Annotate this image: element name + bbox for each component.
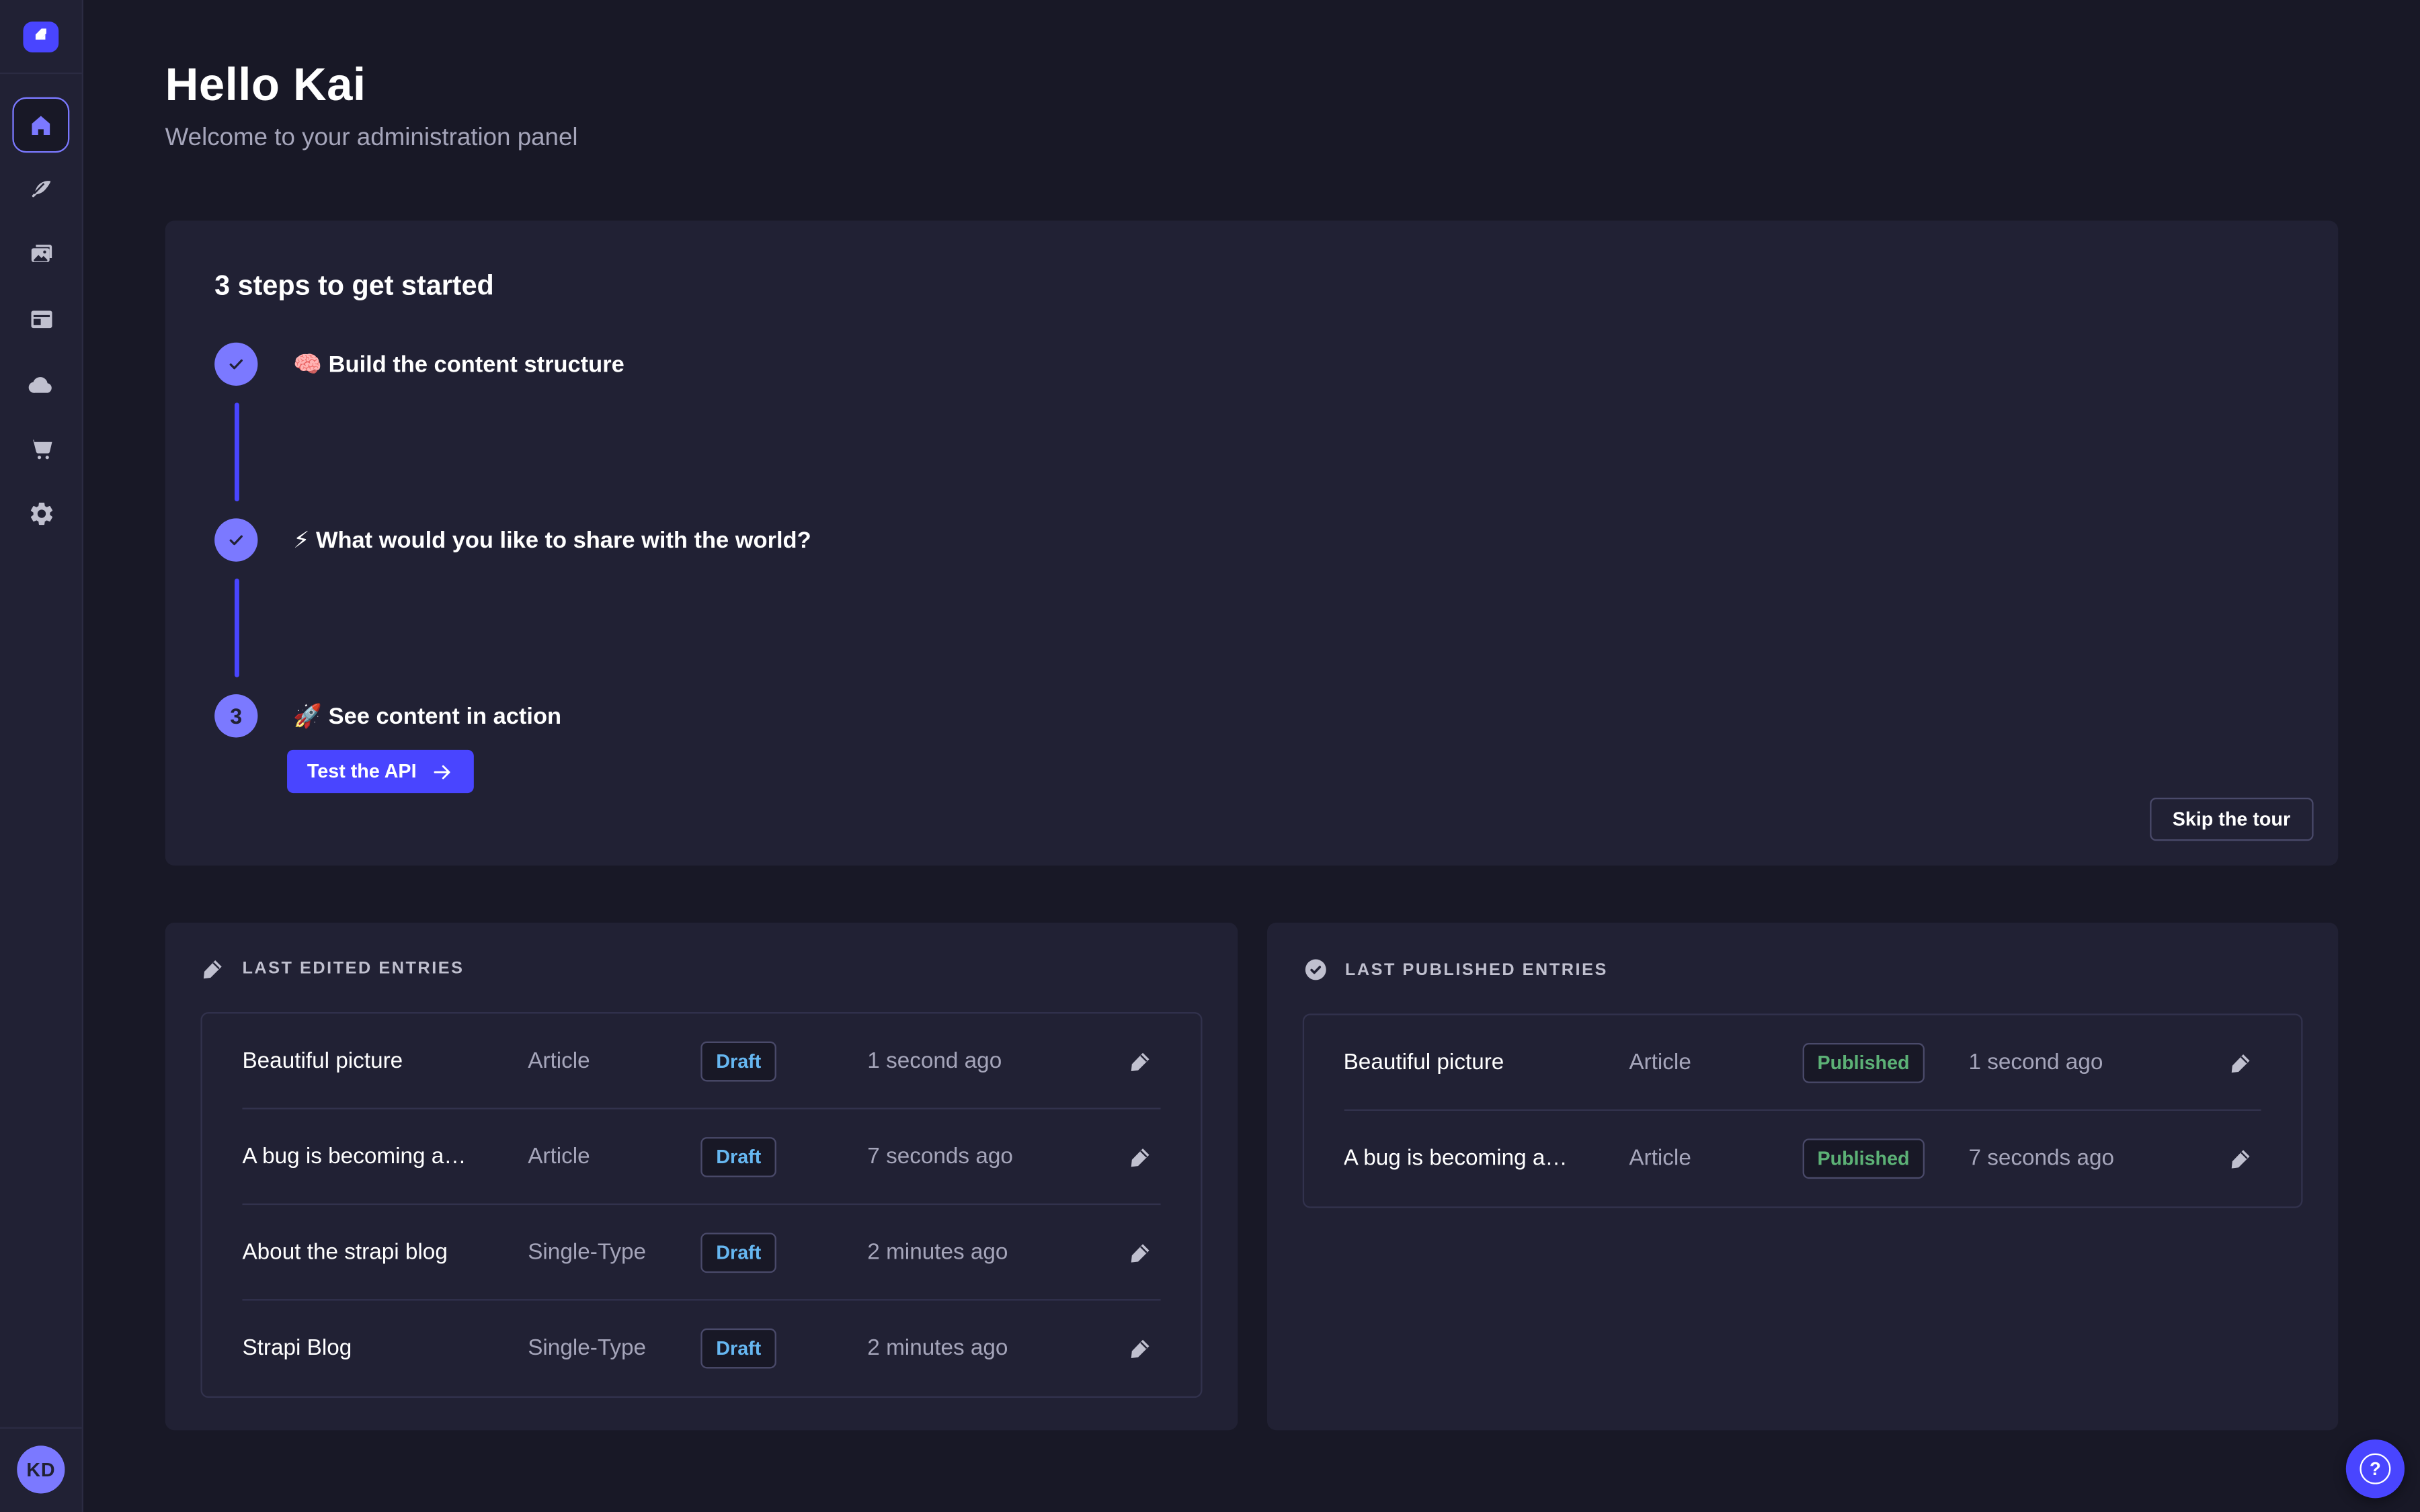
page-subtitle: Welcome to your administration panel [165,125,2339,153]
sidebar-item-settings[interactable] [22,495,59,532]
sidebar-item-cloud[interactable] [22,366,59,403]
table-row[interactable]: Beautiful picture Article Draft 1 second… [242,1013,1160,1109]
sidebar-footer: KD [0,1427,82,1512]
pencil-icon [1127,1144,1152,1169]
entry-panels: LAST EDITED ENTRIES Beautiful picture Ar… [165,923,2339,1430]
page-title: Hello Kai [165,62,2339,111]
check-circle-icon [1302,956,1328,982]
edit-entry-button[interactable] [2221,1042,2261,1083]
entry-timestamp: 7 seconds ago [1962,1146,2221,1171]
sidebar-item-content-type-builder[interactable] [22,301,59,338]
panel-title: LAST PUBLISHED ENTRIES [1345,960,1608,979]
entry-timestamp: 1 second ago [1962,1050,2221,1075]
entry-title: A bug is becoming a… [242,1144,528,1169]
pencil-icon [1127,1048,1152,1073]
entry-type: Single-Type [528,1240,700,1265]
table-row[interactable]: About the strapi blog Single-Type Draft … [242,1205,1160,1300]
onboarding-title: 3 steps to get started [214,270,2313,302]
entry-title: Strapi Blog [242,1336,528,1361]
step-connector [234,579,239,677]
step-label: ⚡ What would you like to share with the … [293,526,811,554]
entry-title: Beautiful picture [1344,1050,1629,1075]
table-row[interactable]: A bug is becoming a… Article Draft 7 sec… [242,1109,1160,1205]
pencil-icon [200,956,225,981]
edit-entry-button[interactable] [1120,1041,1160,1081]
panel-header: LAST PUBLISHED ENTRIES [1302,956,2303,982]
status-badge: Draft [700,1136,776,1177]
sidebar-item-marketplace[interactable] [22,431,59,468]
panel-title: LAST EDITED ENTRIES [242,960,464,978]
entry-type: Article [1629,1146,1802,1171]
last-edited-panel: LAST EDITED ENTRIES Beautiful picture Ar… [165,923,1238,1430]
last-published-panel: LAST PUBLISHED ENTRIES Beautiful picture… [1266,923,2339,1430]
entry-title: Beautiful picture [242,1048,528,1073]
question-icon: ? [2360,1454,2390,1484]
entry-timestamp: 2 minutes ago [861,1336,1120,1361]
onboarding-step-1: 🧠 Build the content structure [214,343,2313,386]
pencil-icon [1127,1240,1152,1265]
entry-title: About the strapi blog [242,1240,528,1265]
entry-timestamp: 1 second ago [861,1048,1120,1073]
status-badge: Published [1802,1042,1925,1083]
onboarding-card: 3 steps to get started 🧠 Build the conte… [165,220,2339,866]
help-button[interactable]: ? [2346,1439,2405,1498]
edit-entry-button[interactable] [2221,1138,2261,1179]
onboarding-step-3: 3 🚀 See content in action [214,694,2313,737]
status-badge: Published [1802,1138,1925,1179]
pencil-icon [1127,1336,1152,1361]
entries-table: Beautiful picture Article Published 1 se… [1302,1013,2303,1208]
step-connector [234,403,239,501]
entry-title: A bug is becoming a… [1344,1146,1629,1171]
pencil-icon [2228,1146,2253,1171]
status-badge: Draft [700,1329,776,1369]
entry-type: Article [528,1144,700,1169]
sidebar-nav [22,171,59,532]
strapi-admin-dashboard: KD Hello Kai Welcome to your administrat… [0,0,2420,1512]
pencil-icon [2228,1050,2253,1075]
status-badge: Draft [700,1041,776,1081]
sidebar-logo-area [0,0,82,74]
sidebar: KD [0,0,83,1512]
entry-type: Article [528,1048,700,1073]
sidebar-item-media-library[interactable] [22,236,59,273]
step-label: 🧠 Build the content structure [293,350,624,378]
entries-table: Beautiful picture Article Draft 1 second… [200,1012,1201,1398]
status-badge: Draft [700,1232,776,1272]
panel-header: LAST EDITED ENTRIES [200,956,1201,981]
sidebar-item-content-manager[interactable] [22,171,59,208]
edit-entry-button[interactable] [1120,1136,1160,1177]
step-label: 🚀 See content in action [293,702,561,730]
step-check-icon [214,518,257,561]
strapi-logo-icon[interactable] [23,21,58,52]
entry-timestamp: 2 minutes ago [861,1240,1120,1265]
arrow-right-icon [430,760,453,783]
entry-timestamp: 7 seconds ago [861,1144,1120,1169]
sidebar-item-home[interactable] [12,97,69,153]
onboarding-step-2: ⚡ What would you like to share with the … [214,518,2313,561]
edit-entry-button[interactable] [1120,1329,1160,1369]
test-api-button[interactable]: Test the API [287,750,473,793]
user-avatar[interactable]: KD [17,1445,65,1493]
main-content: Hello Kai Welcome to your administration… [83,0,2420,1512]
entry-type: Article [1629,1050,1802,1075]
step-check-icon [214,343,257,386]
table-row[interactable]: Strapi Blog Single-Type Draft 2 minutes … [242,1300,1160,1396]
edit-entry-button[interactable] [1120,1232,1160,1272]
skip-tour-button[interactable]: Skip the tour [2149,798,2313,841]
table-row[interactable]: A bug is becoming a… Article Published 7… [1344,1111,2261,1206]
step-number-badge: 3 [214,694,257,737]
entry-type: Single-Type [528,1336,700,1361]
table-row[interactable]: Beautiful picture Article Published 1 se… [1344,1015,2261,1111]
